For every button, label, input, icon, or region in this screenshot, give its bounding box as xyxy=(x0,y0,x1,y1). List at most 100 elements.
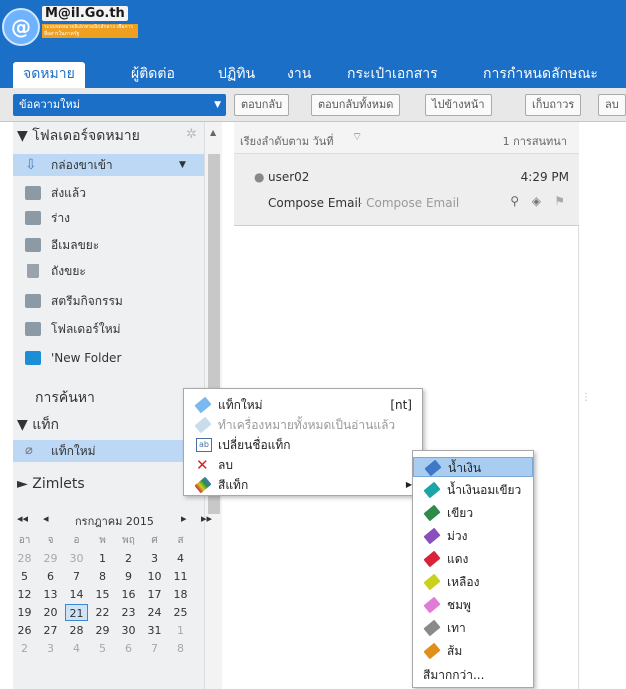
chevron-down-icon[interactable]: ▼ xyxy=(214,94,221,116)
calendar-day[interactable]: 10 xyxy=(143,568,166,585)
menu-item-new-tag[interactable]: แท็กใหม่ [nt] xyxy=(184,395,422,415)
flag-icon[interactable]: ⚑ xyxy=(554,194,565,208)
tab-preferences[interactable]: การกำหนดลักษณะ xyxy=(483,62,598,88)
message-row[interactable]: ● user02 4:29 PM Compose Email - Compose… xyxy=(234,154,579,226)
folder-inbox[interactable]: ⇩ กล่องขาเข้า ▼ xyxy=(13,154,215,176)
tag-icon[interactable]: ◈ xyxy=(532,194,541,208)
calendar-day[interactable]: 26 xyxy=(13,622,36,639)
resize-handle-icon[interactable]: ⋮ xyxy=(581,392,591,403)
calendar-day[interactable]: 21 xyxy=(65,604,88,621)
color-option[interactable]: เขียว xyxy=(413,503,533,523)
folder-trash[interactable]: ถังขยะ xyxy=(13,260,215,282)
sort-direction-icon[interactable]: ⌔ xyxy=(352,130,362,144)
calendar-day[interactable]: 30 xyxy=(65,550,88,567)
calendar-day[interactable]: 16 xyxy=(117,586,140,603)
mark-read-icon xyxy=(194,416,212,434)
folder-new-folder[interactable]: โฟลเดอร์ใหม่ xyxy=(13,318,215,340)
calendar-day[interactable]: 4 xyxy=(65,640,88,657)
calendar-day[interactable]: 28 xyxy=(13,550,36,567)
message-time: 4:29 PM xyxy=(520,170,569,184)
search-header[interactable]: การค้นหา xyxy=(35,387,95,409)
calendar-day[interactable]: 31 xyxy=(143,622,166,639)
next-year-icon[interactable]: ▸▸ xyxy=(201,512,212,525)
calendar-day[interactable]: 9 xyxy=(117,568,140,585)
calendar-day[interactable]: 7 xyxy=(143,640,166,657)
color-option[interactable]: เทา xyxy=(413,618,533,638)
color-option[interactable]: ม่วง xyxy=(413,526,533,546)
calendar-day[interactable]: 18 xyxy=(169,586,192,603)
tab-mail[interactable]: จดหมาย xyxy=(13,62,85,88)
calendar-day[interactable]: 2 xyxy=(117,550,140,567)
tab-calendar[interactable]: ปฏิทิน xyxy=(218,62,255,88)
color-option[interactable]: น้ำเงินอมเขียว xyxy=(413,480,533,500)
calendar-day[interactable]: 12 xyxy=(13,586,36,603)
calendar-day[interactable]: 7 xyxy=(65,568,88,585)
menu-item-more-colors[interactable]: สีมากกว่า... xyxy=(413,665,533,685)
calendar-day[interactable]: 27 xyxy=(39,622,62,639)
chevron-down-icon[interactable]: ▼ xyxy=(179,154,186,176)
color-option[interactable]: ชมพู xyxy=(413,595,533,615)
calendar-day[interactable]: 20 xyxy=(39,604,62,621)
calendar-day[interactable]: 28 xyxy=(65,622,88,639)
sort-label[interactable]: เรียงลำดับตาม วันที่ xyxy=(240,132,334,150)
next-month-icon[interactable]: ▸ xyxy=(181,512,187,525)
calendar-day[interactable]: 5 xyxy=(13,568,36,585)
color-option[interactable]: น้ำเงิน xyxy=(413,457,533,477)
archive-button[interactable]: เก็บถาวร xyxy=(525,94,582,116)
calendar-day[interactable]: 6 xyxy=(39,568,62,585)
menu-item-mark-all-read[interactable]: ทำเครื่องหมายทั้งหมดเป็นอ่านแล้ว xyxy=(184,415,422,435)
new-message-button[interactable]: ข้อความใหม่ ▼ xyxy=(13,94,226,116)
calendar-day[interactable]: 2 xyxy=(13,640,36,657)
zimlets-header[interactable]: ► Zimlets xyxy=(17,476,85,492)
calendar-day[interactable]: 29 xyxy=(39,550,62,567)
calendar-day[interactable]: 11 xyxy=(169,568,192,585)
color-option[interactable]: ส้ม xyxy=(413,641,533,661)
calendar-day[interactable]: 8 xyxy=(91,568,114,585)
prev-year-icon[interactable]: ◂◂ xyxy=(17,512,28,525)
folder-drafts[interactable]: ร่าง xyxy=(13,207,215,229)
calendar-day[interactable]: 1 xyxy=(91,550,114,567)
reply-button[interactable]: ตอบกลับ xyxy=(234,94,290,116)
color-option[interactable]: แดง xyxy=(413,549,533,569)
calendar-day[interactable]: 6 xyxy=(117,640,140,657)
calendar-day[interactable]: 8 xyxy=(169,640,192,657)
delete-button[interactable]: ลบ xyxy=(598,94,626,116)
prev-month-icon[interactable]: ◂ xyxy=(43,512,49,525)
menu-item-rename-tag[interactable]: ab เปลี่ยนชื่อแท็ก xyxy=(184,435,422,455)
calendar-day[interactable]: 1 xyxy=(169,622,192,639)
folder-new-folder-en[interactable]: 'New Folder xyxy=(13,347,215,369)
calendar-day[interactable]: 15 xyxy=(91,586,114,603)
tab-contacts[interactable]: ผู้ติดต่อ xyxy=(131,62,175,88)
mail-folders-header[interactable]: ▼ โฟลเดอร์จดหมาย xyxy=(17,125,140,147)
calendar-day[interactable]: 23 xyxy=(117,604,140,621)
calendar-day[interactable]: 29 xyxy=(91,622,114,639)
folder-junk[interactable]: อีเมลขยะ xyxy=(13,234,215,256)
calendar-day[interactable]: 3 xyxy=(143,550,166,567)
calendar-day[interactable]: 24 xyxy=(143,604,166,621)
calendar-day[interactable]: 14 xyxy=(65,586,88,603)
tags-header[interactable]: ▼ แท็ก xyxy=(17,414,59,436)
menu-item-delete[interactable]: ✕ ลบ xyxy=(184,455,422,475)
calendar-day[interactable]: 25 xyxy=(169,604,192,621)
app-logo[interactable]: @ M@il.Go.th ระบบจดหมายอิเล็กทรอนิกส์กลา… xyxy=(2,4,142,48)
tab-tasks[interactable]: งาน xyxy=(287,62,311,88)
menu-item-tag-color[interactable]: สีแท็ก ▶ xyxy=(184,475,422,495)
calendar-day[interactable]: 3 xyxy=(39,640,62,657)
expand-triangle-icon: ► xyxy=(17,476,28,492)
calendar-day[interactable]: 5 xyxy=(91,640,114,657)
forward-button[interactable]: ไปข้างหน้า xyxy=(425,94,492,116)
calendar-day[interactable]: 30 xyxy=(117,622,140,639)
scroll-up-icon[interactable]: ▲ xyxy=(210,128,216,137)
calendar-day[interactable]: 19 xyxy=(13,604,36,621)
folder-activity-stream[interactable]: สตรีมกิจกรรม xyxy=(13,290,215,312)
calendar-day[interactable]: 4 xyxy=(169,550,192,567)
reply-all-button[interactable]: ตอบกลับทั้งหมด xyxy=(311,94,401,116)
color-option[interactable]: เหลือง xyxy=(413,572,533,592)
tab-briefcase[interactable]: กระเป๋าเอกสาร xyxy=(347,62,438,88)
calendar-month-label[interactable]: กรกฎาคม 2015 xyxy=(75,512,154,530)
folder-sent[interactable]: ส่งแล้ว xyxy=(13,182,215,204)
gear-icon[interactable]: ✲ xyxy=(186,127,197,142)
calendar-day[interactable]: 22 xyxy=(91,604,114,621)
calendar-day[interactable]: 17 xyxy=(143,586,166,603)
calendar-day[interactable]: 13 xyxy=(39,586,62,603)
